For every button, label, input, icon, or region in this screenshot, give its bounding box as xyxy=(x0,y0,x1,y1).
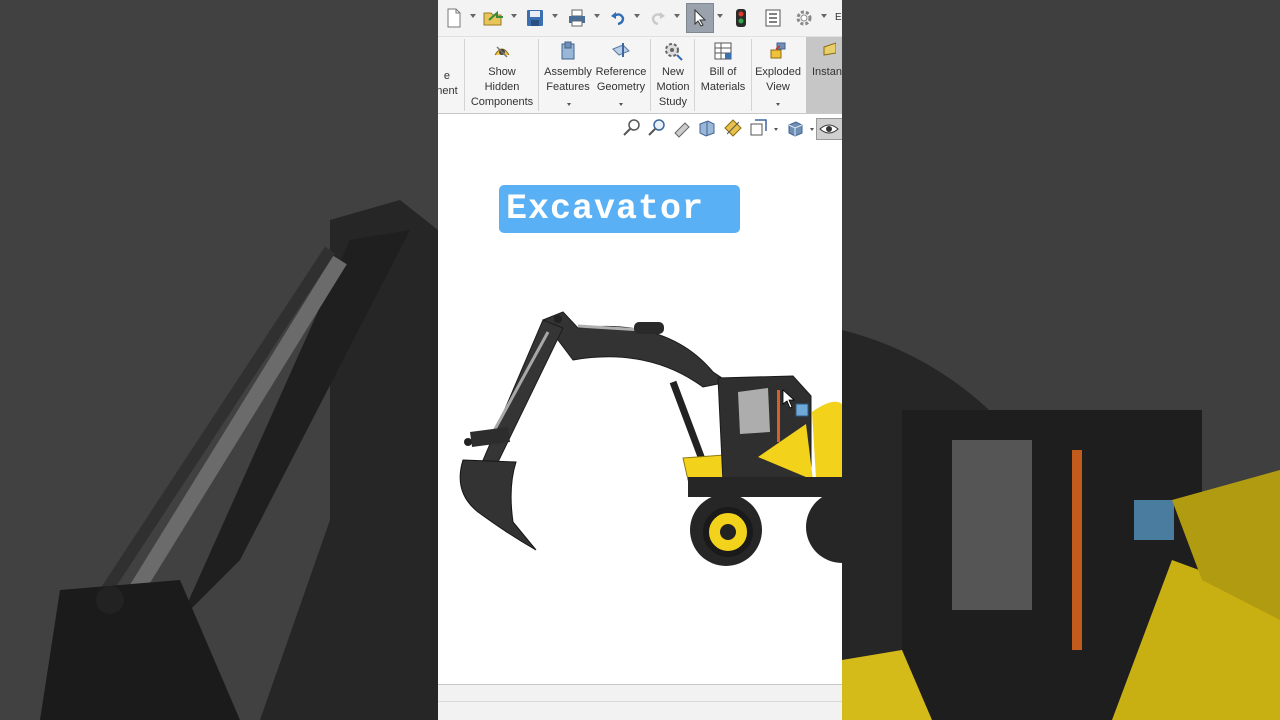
new-motion-study-icon xyxy=(663,41,683,61)
save-icon[interactable] xyxy=(524,6,546,30)
ribbon-separator xyxy=(694,39,695,111)
print-dropdown-icon[interactable] xyxy=(594,14,600,18)
select-pointer-icon[interactable] xyxy=(686,3,714,33)
assembly-features-label: Assembly Features xyxy=(544,66,592,93)
new-dropdown-icon[interactable] xyxy=(470,14,476,18)
open-dropdown-icon[interactable] xyxy=(511,14,517,18)
assembly-features-dropdown-icon[interactable] xyxy=(567,103,571,106)
assembly-features-icon xyxy=(558,41,578,61)
exploded-view-label: Exploded View xyxy=(755,66,801,93)
rebuild-traffic-light-icon[interactable] xyxy=(732,6,750,30)
assembly-features-button[interactable]: Assembly Features xyxy=(540,37,596,113)
zoom-to-fit-icon[interactable] xyxy=(622,118,642,138)
new-document-icon[interactable] xyxy=(444,6,464,30)
quick-access-toolbar: E xyxy=(438,0,842,37)
display-style-icon[interactable] xyxy=(785,118,805,138)
reference-geometry-button[interactable]: Reference Geometry xyxy=(595,37,647,113)
instant3d-label: Instan xyxy=(812,66,842,78)
undo-dropdown-icon[interactable] xyxy=(634,14,640,18)
instant3d-button[interactable]: Instan xyxy=(806,37,842,113)
cad-application-window: E e nent Show Hidden Components Assembly… xyxy=(438,0,842,720)
command-manager-ribbon: e nent Show Hidden Components Assembly F… xyxy=(438,37,842,114)
print-icon[interactable] xyxy=(566,6,588,30)
background-blur-left xyxy=(0,0,438,720)
reference-geometry-label: Reference Geometry xyxy=(595,66,647,93)
toolbar-trailing-text: E xyxy=(835,12,842,23)
ribbon-separator xyxy=(751,39,752,111)
show-hidden-components-label: Show Hidden Components xyxy=(470,66,534,108)
previous-view-icon[interactable] xyxy=(672,118,692,138)
show-hidden-components-icon xyxy=(491,41,513,61)
exploded-view-button[interactable]: Exploded View xyxy=(753,37,803,113)
save-dropdown-icon[interactable] xyxy=(552,14,558,18)
file-properties-icon[interactable] xyxy=(763,6,783,30)
heads-up-view-toolbar xyxy=(438,114,842,142)
hide-show-items-icon[interactable] xyxy=(816,118,842,140)
edit-component-button[interactable]: e nent xyxy=(438,37,462,113)
section-view-icon[interactable] xyxy=(697,118,717,138)
ribbon-separator xyxy=(538,39,539,111)
ribbon-separator xyxy=(464,39,465,111)
redo-icon[interactable] xyxy=(648,6,668,30)
show-hidden-components-button[interactable]: Show Hidden Components xyxy=(466,37,538,113)
options-dropdown-icon[interactable] xyxy=(821,14,827,18)
edit-component-label: e nent xyxy=(438,70,458,97)
reference-geometry-icon xyxy=(611,41,631,61)
open-icon[interactable] xyxy=(482,6,506,30)
exploded-view-icon xyxy=(768,41,788,61)
dynamic-annotation-icon[interactable] xyxy=(723,118,743,138)
new-motion-study-label: New Motion Study xyxy=(656,66,690,108)
display-style-dropdown-icon[interactable] xyxy=(810,128,814,131)
view-orientation-dropdown-icon[interactable] xyxy=(774,128,778,131)
options-gear-icon[interactable] xyxy=(793,6,815,30)
view-orientation-icon[interactable] xyxy=(749,118,769,138)
video-title-badge: Excavator xyxy=(499,185,740,233)
reference-geometry-dropdown-icon[interactable] xyxy=(619,103,623,106)
select-dropdown-icon[interactable] xyxy=(717,14,723,18)
bill-of-materials-label: Bill of Materials xyxy=(700,66,746,93)
undo-icon[interactable] xyxy=(608,6,628,30)
new-motion-study-button[interactable]: New Motion Study xyxy=(652,37,694,113)
zoom-to-area-icon[interactable] xyxy=(647,118,667,138)
video-title-text: Excavator xyxy=(506,189,705,229)
ribbon-separator xyxy=(650,39,651,111)
bill-of-materials-button[interactable]: Bill of Materials xyxy=(696,37,750,113)
exploded-view-dropdown-icon[interactable] xyxy=(776,103,780,106)
redo-dropdown-icon[interactable] xyxy=(674,14,680,18)
status-bar xyxy=(438,684,842,720)
bill-of-materials-icon xyxy=(713,41,733,61)
status-bar-divider xyxy=(438,701,842,702)
instant3d-icon xyxy=(816,41,836,61)
background-blur-right xyxy=(842,0,1280,720)
